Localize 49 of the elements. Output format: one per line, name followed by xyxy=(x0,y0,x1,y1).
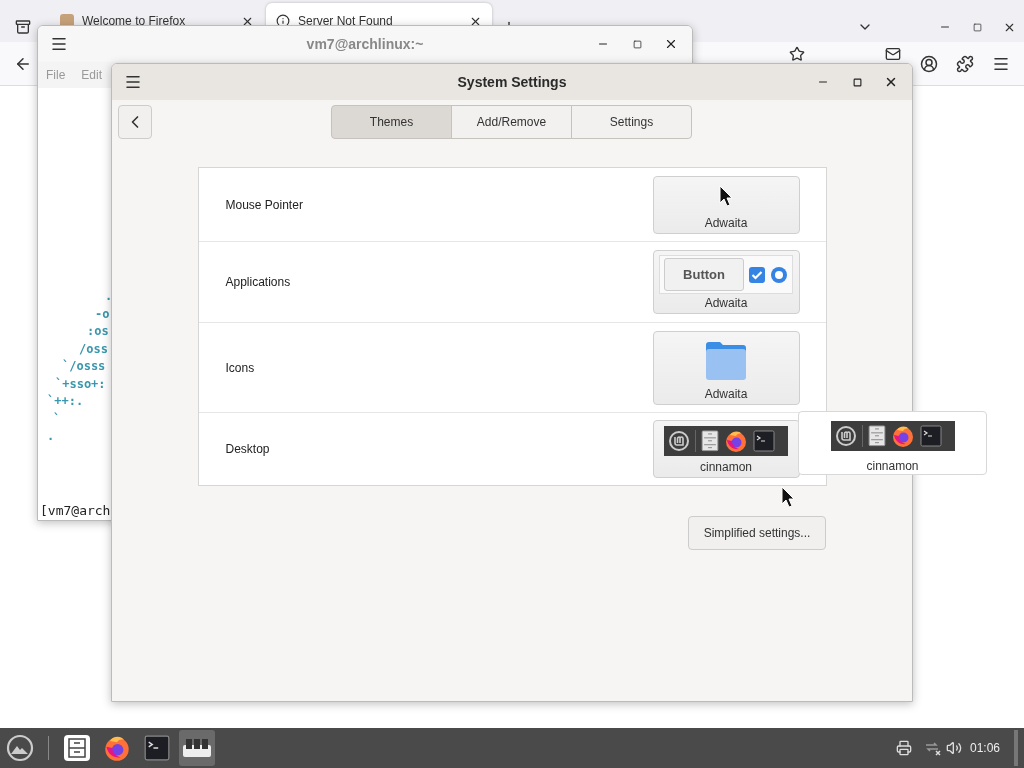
close-icon xyxy=(664,37,678,51)
ascii-art-line: :os xyxy=(87,323,109,340)
ascii-art-line: ` xyxy=(53,410,61,428)
terminal-icon xyxy=(753,430,775,452)
file-cabinet-icon xyxy=(867,425,886,447)
firefox-icon xyxy=(724,429,748,453)
terminal-icon xyxy=(919,425,942,447)
tab[interactable]: Add/Remove xyxy=(451,105,572,139)
ascii-art-line: -o xyxy=(95,305,110,323)
close-icon xyxy=(884,75,898,89)
theme-preview-button[interactable]: Adwaita xyxy=(652,330,800,405)
ascii-art-line: `++:. xyxy=(47,393,84,410)
window-title: System Settings xyxy=(456,74,568,90)
theme-name: cinnamon xyxy=(866,459,919,473)
terminal-icon xyxy=(144,735,170,761)
row-label: Applications xyxy=(225,275,292,289)
tab[interactable]: Settings xyxy=(571,105,692,139)
ascii-art-line: . xyxy=(47,428,55,445)
sample-button: Button xyxy=(664,258,744,291)
pointer-preview-icon xyxy=(719,184,733,207)
row-label: Desktop xyxy=(225,442,271,456)
theme-preview-button[interactable]: cinnamon xyxy=(652,420,800,478)
mint-logo-icon xyxy=(834,425,857,447)
info-icon xyxy=(276,14,290,28)
theme-preview-button[interactable]: Button Adwaita xyxy=(652,250,800,314)
simplified-settings-button[interactable]: Simplified settings... xyxy=(688,516,826,550)
ascii-art-line: . xyxy=(105,288,113,305)
checkbox-icon xyxy=(748,265,766,284)
radio-icon xyxy=(770,265,788,284)
row-label: Mouse Pointer xyxy=(225,197,304,212)
mint-logo-icon xyxy=(668,430,690,452)
row-label: Icons xyxy=(225,360,256,375)
window-title: vm7@archlinux:~ xyxy=(305,36,425,52)
firefox-icon xyxy=(890,424,915,448)
ascii-art-line: /oss xyxy=(79,340,108,358)
volume-icon[interactable] xyxy=(945,740,962,756)
theme-preview-button[interactable]: Adwaita xyxy=(652,175,800,234)
ascii-art-line: `+sso+: xyxy=(55,375,106,393)
terminal-prompt: [vm7@arch xyxy=(40,503,111,518)
file-cabinet-icon xyxy=(701,430,719,452)
ascii-art-line: `/osss xyxy=(62,358,106,375)
firefox-icon xyxy=(103,734,131,762)
maximize-icon xyxy=(632,39,642,49)
tab[interactable]: Themes xyxy=(331,105,452,139)
printer-icon[interactable] xyxy=(895,740,912,756)
maximize-icon xyxy=(852,77,862,87)
clock: 01:06 xyxy=(969,741,1000,755)
network-offline-icon[interactable] xyxy=(923,740,942,756)
settings-app-icon[interactable] xyxy=(179,730,215,766)
